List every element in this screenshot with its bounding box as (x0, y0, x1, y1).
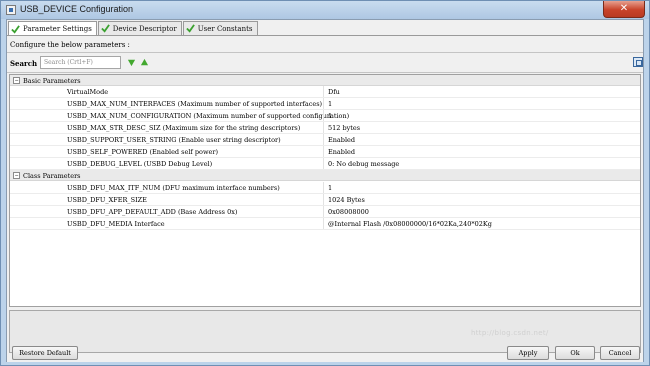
param-name: USBD_SUPPORT_USER_STRING (Enable user st… (67, 136, 281, 144)
apply-button[interactable]: Apply (507, 346, 549, 360)
config-window: USB_DEVICE Configuration ✕ Parameter Set… (0, 0, 650, 366)
restore-default-button[interactable]: Restore Default (12, 346, 78, 360)
param-name: USBD_SELF_POWERED (Enabled self power) (67, 148, 219, 156)
param-value[interactable]: 0: No debug message (328, 160, 399, 168)
tab-parameter-settings[interactable]: Parameter Settings (8, 21, 97, 36)
param-name: USBD_DFU_MAX_ITF_NUM (DFU maximum interf… (67, 184, 280, 192)
checkmark-icon (185, 24, 195, 33)
param-name: USBD_MAX_STR_DESC_SIZ (Maximum size for … (67, 124, 301, 132)
parameter-settings-panel: Configure the below parameters : Search … (7, 35, 643, 362)
param-value[interactable]: 1 (328, 112, 332, 120)
tab-bar: Parameter Settings Device Descriptor Use… (8, 21, 259, 36)
param-value[interactable]: 1 (328, 184, 332, 192)
param-row[interactable]: USBD_DFU_APP_DEFAULT_ADD (Base Address 0… (10, 206, 640, 218)
group-label: Class Parameters (23, 172, 81, 180)
app-icon (6, 5, 16, 15)
watermark: http://blog.csdn.net/ (471, 329, 549, 337)
tab-label: Device Descriptor (112, 24, 177, 33)
param-row[interactable]: USBD_DFU_XFER_SIZE 1024 Bytes (10, 194, 640, 206)
param-row[interactable]: VirtualMode Dfu (10, 86, 640, 98)
param-name: USBD_DFU_MEDIA Interface (67, 220, 165, 228)
param-row[interactable]: USBD_DFU_MEDIA Interface @Internal Flash … (10, 218, 640, 230)
checkmark-icon (101, 24, 110, 33)
param-name: USBD_DFU_XFER_SIZE (67, 196, 147, 204)
param-row[interactable]: USBD_DFU_MAX_ITF_NUM (DFU maximum interf… (10, 182, 640, 194)
param-name: USBD_DFU_APP_DEFAULT_ADD (Base Address 0… (67, 208, 238, 216)
group-class-parameters[interactable]: − Class Parameters (10, 170, 640, 181)
search-label: Search (10, 59, 38, 68)
param-name: VirtualMode (67, 88, 109, 96)
param-value[interactable]: Enabled (328, 136, 355, 144)
divider (7, 72, 643, 73)
arrow-up-icon[interactable] (140, 58, 149, 67)
param-row[interactable]: USBD_SUPPORT_USER_STRING (Enable user st… (10, 134, 640, 146)
cancel-button[interactable]: Cancel (600, 346, 640, 360)
configure-instructions: Configure the below parameters : (10, 41, 130, 49)
param-value[interactable]: @Internal Flash /0x08000000/16*02Ka,240*… (328, 220, 492, 228)
param-name: USBD_DEBUG_LEVEL (USBD Debug Level) (67, 160, 213, 168)
param-row[interactable]: USBD_MAX_NUM_INTERFACES (Maximum number … (10, 98, 640, 110)
divider (7, 52, 643, 53)
param-value[interactable]: Enabled (328, 148, 355, 156)
tab-user-constants[interactable]: User Constants (182, 21, 258, 35)
tab-label: Parameter Settings (23, 25, 92, 33)
param-value[interactable]: 1 (328, 100, 332, 108)
view-toggle-icon[interactable] (633, 57, 643, 67)
group-label: Basic Parameters (23, 77, 81, 85)
window-title: USB_DEVICE Configuration (20, 4, 134, 14)
close-button[interactable]: ✕ (603, 1, 645, 18)
param-row[interactable]: USBD_SELF_POWERED (Enabled self power) En… (10, 146, 640, 158)
param-value[interactable]: 512 bytes (328, 124, 360, 132)
search-input[interactable] (40, 56, 121, 69)
param-value[interactable]: 0x08008000 (328, 208, 369, 216)
collapse-icon[interactable]: − (13, 172, 20, 179)
checkmark-icon (11, 24, 20, 34)
ok-button[interactable]: Ok (555, 346, 595, 360)
tab-device-descriptor[interactable]: Device Descriptor (97, 21, 182, 35)
param-value[interactable]: Dfu (328, 88, 340, 96)
client-area: Parameter Settings Device Descriptor Use… (6, 19, 644, 362)
param-value[interactable]: 1024 Bytes (328, 196, 365, 204)
param-row[interactable]: USBD_DEBUG_LEVEL (USBD Debug Level) 0: No… (10, 158, 640, 170)
param-row[interactable]: USBD_MAX_STR_DESC_SIZ (Maximum size for … (10, 122, 640, 134)
group-basic-parameters[interactable]: − Basic Parameters (10, 75, 640, 86)
param-name: USBD_MAX_NUM_INTERFACES (Maximum number … (67, 100, 323, 108)
collapse-icon[interactable]: − (13, 77, 20, 84)
parameter-tree: − Basic Parameters VirtualMode Dfu USBD_M… (9, 74, 641, 307)
param-row[interactable]: USBD_MAX_NUM_CONFIGURATION (Maximum numb… (10, 110, 640, 122)
arrow-down-icon[interactable] (127, 58, 136, 67)
param-name: USBD_MAX_NUM_CONFIGURATION (Maximum numb… (67, 112, 350, 120)
tab-label: User Constants (197, 24, 253, 33)
title-bar[interactable]: USB_DEVICE Configuration ✕ (1, 1, 649, 19)
